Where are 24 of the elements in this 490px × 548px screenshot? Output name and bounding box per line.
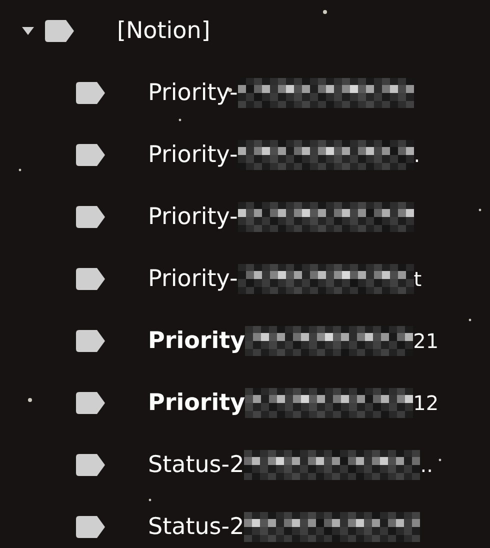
label-icon (45, 20, 75, 42)
label-name[interactable]: [Notion] (117, 18, 210, 44)
label-name[interactable]: Priority (148, 390, 246, 416)
label-icon (76, 206, 106, 228)
label-icon (76, 82, 106, 104)
label-icon (76, 516, 106, 538)
label-icon (76, 330, 106, 352)
label-icon (76, 392, 106, 414)
label-name[interactable]: Priority- (148, 80, 238, 106)
label-name[interactable]: Priority- (148, 266, 238, 292)
label-name[interactable]: Priority- (148, 142, 238, 168)
label-name-fragment: .. (420, 453, 433, 477)
caret-icon[interactable] (21, 26, 35, 36)
label-icon (76, 454, 106, 476)
unread-count: 21 (413, 329, 439, 353)
unread-count: 12 (413, 391, 439, 415)
label-name[interactable]: Priority- (148, 204, 238, 230)
label-name[interactable]: Status-2 (148, 452, 244, 478)
label-name[interactable]: Status-2 (148, 514, 244, 540)
label-icon (76, 268, 106, 290)
label-name-fragment: . (414, 143, 420, 167)
label-name-fragment: t (414, 267, 422, 291)
label-icon (76, 144, 106, 166)
label-name[interactable]: Priority (148, 328, 246, 354)
